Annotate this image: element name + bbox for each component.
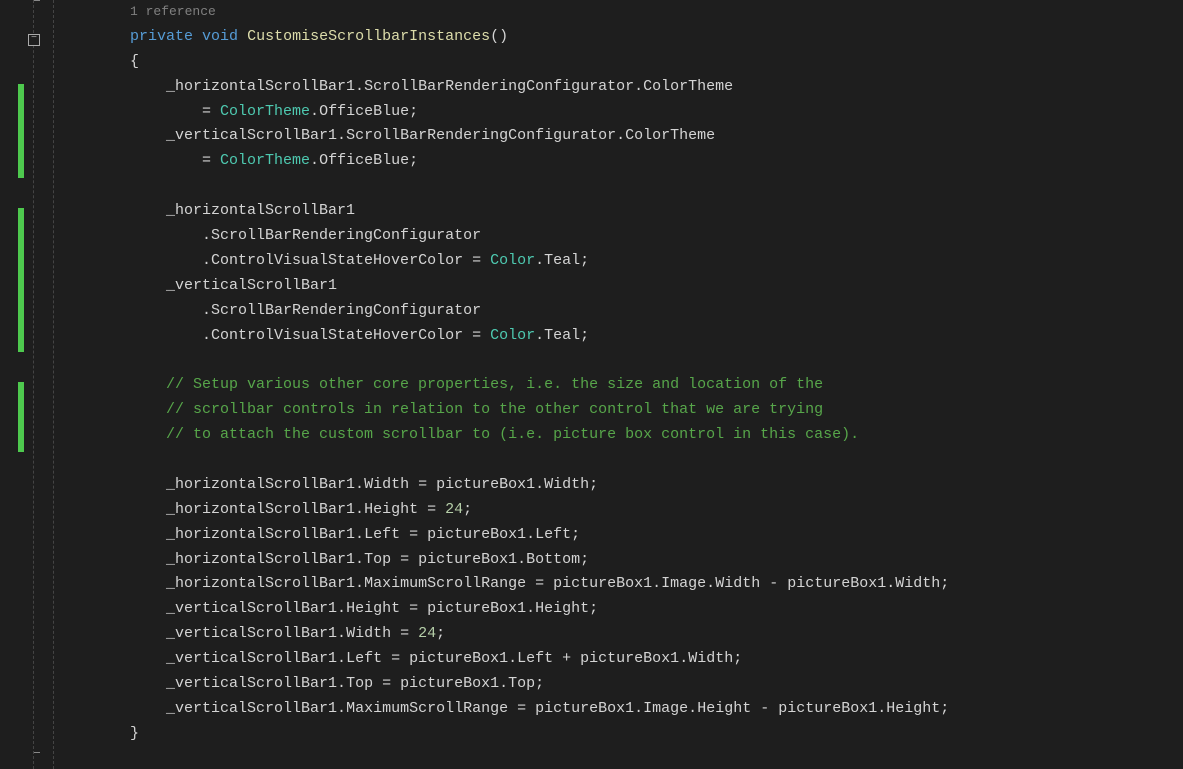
- code-area[interactable]: 1 reference private void CustomiseScroll…: [50, 0, 1183, 769]
- code-line: _horizontalScrollBar1.Top = pictureBox1.…: [130, 548, 1183, 573]
- code-line: [130, 348, 1183, 373]
- code-line: _horizontalScrollBar1.ScrollBarRendering…: [130, 75, 1183, 100]
- code-line: .ControlVisualStateHoverColor = Color.Te…: [130, 249, 1183, 274]
- code-line: = ColorTheme.OfficeBlue;: [130, 100, 1183, 125]
- code-line: // Setup various other core properties, …: [130, 373, 1183, 398]
- code-line: _horizontalScrollBar1.Left = pictureBox1…: [130, 523, 1183, 548]
- code-line: _verticalScrollBar1.MaximumScrollRange =…: [130, 697, 1183, 722]
- code-line: _horizontalScrollBar1.Height = 24;: [130, 498, 1183, 523]
- code-line: .ScrollBarRenderingConfigurator: [130, 299, 1183, 324]
- editor-gutter: −: [0, 0, 50, 769]
- gutter-tick-top: [34, 0, 40, 1]
- code-line: _verticalScrollBar1.Height = pictureBox1…: [130, 597, 1183, 622]
- gutter-tick-bottom: [34, 752, 40, 753]
- code-line: _horizontalScrollBar1.MaximumScrollRange…: [130, 572, 1183, 597]
- codelens-references[interactable]: 1 reference: [130, 0, 1183, 25]
- code-line: _verticalScrollBar1.ScrollBarRenderingCo…: [130, 124, 1183, 149]
- code-editor: − 1 reference private void CustomiseScro…: [0, 0, 1183, 769]
- outline-guide-1: [33, 0, 35, 769]
- code-line: // to attach the custom scrollbar to (i.…: [130, 423, 1183, 448]
- code-line: _verticalScrollBar1.Top = pictureBox1.To…: [130, 672, 1183, 697]
- code-line: _horizontalScrollBar1.Width = pictureBox…: [130, 473, 1183, 498]
- change-marker-3: [18, 382, 24, 452]
- collapse-toggle[interactable]: −: [28, 34, 40, 46]
- code-line: = ColorTheme.OfficeBlue;: [130, 149, 1183, 174]
- code-line: _verticalScrollBar1.Left = pictureBox1.L…: [130, 647, 1183, 672]
- code-line: private void CustomiseScrollbarInstances…: [130, 25, 1183, 50]
- code-line: _verticalScrollBar1: [130, 274, 1183, 299]
- code-line: [130, 448, 1183, 473]
- code-line: _verticalScrollBar1.Width = 24;: [130, 622, 1183, 647]
- outline-guide-2: [53, 0, 55, 769]
- code-line: }: [130, 722, 1183, 747]
- change-marker-1: [18, 84, 24, 178]
- collapse-symbol: −: [31, 33, 37, 44]
- code-line: // scrollbar controls in relation to the…: [130, 398, 1183, 423]
- code-line: _horizontalScrollBar1: [130, 199, 1183, 224]
- code-line: [130, 174, 1183, 199]
- change-marker-2: [18, 208, 24, 352]
- code-line: {: [130, 50, 1183, 75]
- code-line: .ControlVisualStateHoverColor = Color.Te…: [130, 324, 1183, 349]
- code-line: .ScrollBarRenderingConfigurator: [130, 224, 1183, 249]
